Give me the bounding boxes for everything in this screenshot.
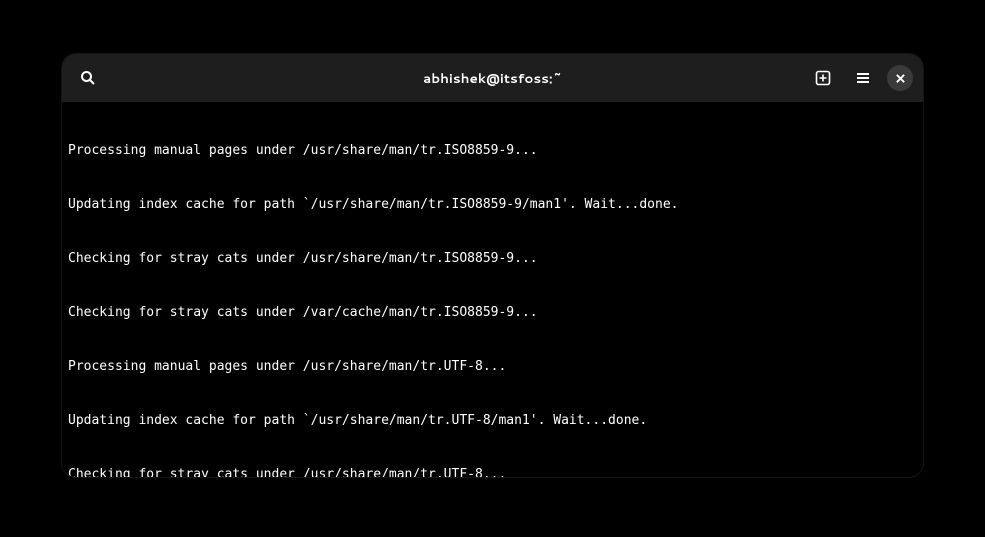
titlebar: abhishek@itsfoss:~ [62, 54, 923, 102]
titlebar-right [807, 62, 913, 94]
terminal-line: Processing manual pages under /usr/share… [68, 358, 917, 376]
titlebar-left [72, 62, 104, 94]
terminal-output[interactable]: Processing manual pages under /usr/share… [62, 102, 923, 477]
search-icon [80, 70, 96, 86]
hamburger-menu-icon [855, 70, 871, 86]
window-title: abhishek@itsfoss:~ [62, 69, 923, 88]
search-button[interactable] [72, 62, 104, 94]
terminal-window: abhishek@itsfoss:~ [62, 54, 923, 477]
terminal-line: Updating index cache for path `/usr/shar… [68, 196, 917, 214]
new-tab-button[interactable] [807, 62, 839, 94]
new-tab-icon [815, 70, 831, 86]
terminal-line: Updating index cache for path `/usr/shar… [68, 412, 917, 430]
terminal-line: Processing manual pages under /usr/share… [68, 142, 917, 160]
terminal-line: Checking for stray cats under /var/cache… [68, 304, 917, 322]
close-icon [895, 73, 906, 84]
close-button[interactable] [887, 65, 913, 91]
menu-button[interactable] [847, 62, 879, 94]
terminal-line: Checking for stray cats under /usr/share… [68, 466, 917, 477]
terminal-line: Checking for stray cats under /usr/share… [68, 250, 917, 268]
